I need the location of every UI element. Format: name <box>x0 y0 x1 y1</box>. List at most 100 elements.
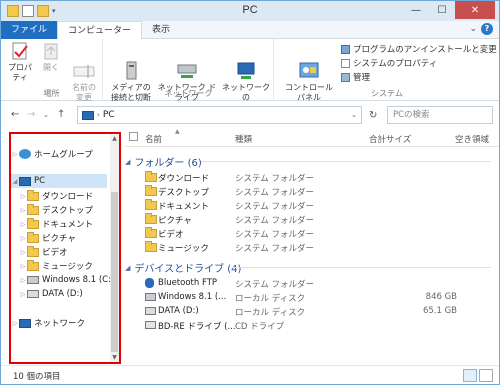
column-type[interactable]: 種類 <box>235 133 252 145</box>
collapse-caret-icon[interactable]: ◢ <box>11 178 19 185</box>
large-icons-view-icon[interactable] <box>479 369 493 382</box>
select-all-checkbox[interactable] <box>129 132 138 141</box>
downloads-folder-icon <box>27 189 39 201</box>
videos-folder-icon <box>27 245 39 257</box>
list-item[interactable]: Bluetooth FTP システム フォルダー <box>145 277 495 290</box>
close-button[interactable]: ✕ <box>455 1 495 19</box>
drive-icon <box>27 290 39 298</box>
list-item[interactable]: ダウンロード システム フォルダー <box>145 171 495 184</box>
documents-folder-icon <box>145 199 157 210</box>
expand-caret-icon[interactable]: ▷ <box>19 235 27 242</box>
system-properties-button[interactable]: システムのプロパティ <box>341 57 437 69</box>
desktop-folder-icon <box>27 203 39 215</box>
forward-arrow-icon[interactable]: → <box>27 109 35 120</box>
expand-caret-icon[interactable]: ▷ <box>11 320 19 327</box>
documents-folder-icon <box>27 217 39 229</box>
content-pane: 名前 ▲ 種類 合計サイズ 空き領域 ◢ フォルダー (6) ダウンロード シス… <box>125 128 499 365</box>
sort-ascending-icon: ▲ <box>175 128 180 135</box>
expand-caret-icon[interactable]: ▷ <box>19 207 27 214</box>
ribbon: プロパティ 開く 名前の 変更 場所 メディアの 接続と切断 ネットワーク ドラ… <box>1 39 499 112</box>
column-total-size[interactable]: 合計サイズ <box>369 133 411 145</box>
pictures-folder-icon <box>27 231 39 243</box>
group-label-location: 場所 <box>43 89 60 98</box>
refresh-icon[interactable]: ↻ <box>369 110 377 121</box>
details-view-icon[interactable] <box>463 369 477 382</box>
group-divider <box>201 161 491 162</box>
column-name[interactable]: 名前 <box>145 133 162 145</box>
title-bar: ▾ PC — ☐ ✕ <box>1 1 499 21</box>
desktop-folder-icon <box>145 185 157 196</box>
nav-item-drive-c[interactable]: ▷ Windows 8.1 (C:) <box>19 273 115 287</box>
column-free-space[interactable]: 空き領域 <box>455 133 489 145</box>
navigation-pane: ▷ ホームグループ ◢ PC ▷ ダウンロード ▷ デスクトップ ▷ ドキュメン… <box>9 132 121 364</box>
ribbon-expand-icon[interactable]: ⌄ <box>469 24 477 34</box>
scroll-up-icon[interactable]: ▲ <box>110 135 119 142</box>
expand-caret-icon[interactable]: ▷ <box>19 221 27 228</box>
tab-computer[interactable]: コンピューター <box>57 21 143 39</box>
group-label-network: ネットワーク <box>164 89 213 98</box>
nav-item-drive-d[interactable]: ▷ DATA (D:) <box>19 287 83 301</box>
nav-scrollbar[interactable]: ▲ ▼ <box>110 134 119 362</box>
expand-caret-icon[interactable]: ▷ <box>19 193 27 200</box>
address-box[interactable]: › PC ⌄ <box>77 106 362 124</box>
ribbon-group-system: コントロール パネル を開く プログラムのアンインストールと変更 システムのプロ… <box>275 39 499 112</box>
network-drive-icon <box>175 51 199 78</box>
tab-view[interactable]: 表示 <box>142 21 180 39</box>
windows-drive-icon <box>27 276 39 284</box>
minimize-button[interactable]: — <box>403 1 429 19</box>
address-path: PC <box>102 110 115 120</box>
expand-caret-icon[interactable]: ▷ <box>19 263 27 270</box>
help-icon[interactable]: ? <box>481 23 493 35</box>
back-arrow-icon[interactable]: ← <box>11 109 19 120</box>
group-devices-header[interactable]: ◢ デバイスとドライブ (4) <box>125 260 241 276</box>
list-item[interactable]: ピクチャ システム フォルダー <box>145 213 495 226</box>
list-item[interactable]: Windows 8.1 (... ローカル ディスク 846 GB <box>145 291 495 304</box>
search-input[interactable]: PCの検索 <box>387 106 493 124</box>
expand-caret-icon[interactable]: ▷ <box>19 249 27 256</box>
expand-caret-icon[interactable]: ▷ <box>11 151 19 158</box>
list-item[interactable]: デスクトップ システム フォルダー <box>145 185 495 198</box>
nav-item-homegroup[interactable]: ▷ ホームグループ <box>11 147 93 161</box>
properties-button[interactable]: プロパティ <box>5 41 35 83</box>
control-panel-icon <box>297 51 321 78</box>
manage-button[interactable]: 管理 <box>341 71 370 83</box>
ribbon-group-network: メディアの 接続と切断 ネットワーク ドライブ の割り当て ネットワークの 場所… <box>104 39 274 112</box>
nav-item-videos[interactable]: ▷ ビデオ <box>19 245 68 259</box>
column-headers: 名前 ▲ 種類 合計サイズ 空き領域 <box>125 128 499 147</box>
expand-caret-icon[interactable]: ▷ <box>19 277 27 284</box>
list-item[interactable]: ドキュメント システム フォルダー <box>145 199 495 212</box>
open-button[interactable]: 開く <box>39 41 63 73</box>
nav-item-pictures[interactable]: ▷ ピクチャ <box>19 231 76 245</box>
list-item[interactable]: ミュージック システム フォルダー <box>145 241 495 254</box>
ribbon-tabs: ファイル コンピューター 表示 ⌄ ? <box>1 21 499 39</box>
list-item[interactable]: ビデオ システム フォルダー <box>145 227 495 240</box>
nav-item-desktop[interactable]: ▷ デスクトップ <box>19 203 93 217</box>
nav-item-pc[interactable]: ◢ PC <box>11 174 107 188</box>
pc-icon <box>82 110 94 120</box>
nav-item-network[interactable]: ▷ ネットワーク <box>11 316 85 330</box>
nav-scroll-thumb[interactable] <box>111 192 118 352</box>
group-label-system: システム <box>371 89 403 98</box>
up-arrow-icon[interactable]: ↑ <box>57 109 65 120</box>
tab-file[interactable]: ファイル <box>1 21 58 39</box>
rename-icon <box>72 51 96 78</box>
properties-check-icon <box>8 41 32 61</box>
address-dropdown-icon[interactable]: ⌄ <box>351 111 357 119</box>
drive-icon <box>145 307 156 315</box>
nav-item-documents[interactable]: ▷ ドキュメント <box>19 217 93 231</box>
media-server-icon <box>119 51 143 80</box>
expand-caret-icon[interactable]: ▷ <box>19 291 27 298</box>
maximize-button[interactable]: ☐ <box>429 1 455 19</box>
group-collapse-icon[interactable]: ◢ <box>125 264 130 272</box>
group-folders-header[interactable]: ◢ フォルダー (6) <box>125 154 202 170</box>
homegroup-icon <box>19 149 31 159</box>
recent-dropdown-icon[interactable]: ⌄ <box>43 111 49 119</box>
list-item[interactable]: DATA (D:) ローカル ディスク 65.1 GB <box>145 305 495 318</box>
group-collapse-icon[interactable]: ◢ <box>125 158 130 166</box>
nav-item-downloads[interactable]: ▷ ダウンロード <box>19 189 93 203</box>
scroll-down-icon[interactable]: ▼ <box>110 354 119 361</box>
list-item[interactable]: BD-RE ドライブ (... CD ドライブ <box>145 319 495 332</box>
nav-item-music[interactable]: ▷ ミュージック <box>19 259 93 273</box>
music-folder-icon <box>27 259 39 271</box>
uninstall-program-button[interactable]: プログラムのアンインストールと変更 <box>341 43 497 55</box>
